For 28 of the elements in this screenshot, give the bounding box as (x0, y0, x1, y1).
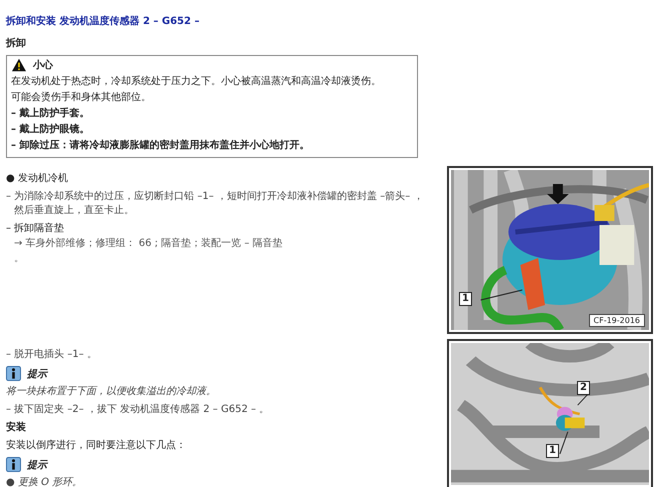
caution-text: – 卸除过压：请将冷却液膨胀罐的密封盖用抹布盖住并小心地打开。 (11, 138, 310, 153)
info-icon (6, 366, 21, 381)
body-text: 安装以倒序进行，同时要注意以下几点： (6, 439, 187, 453)
callout-label: 1 (459, 292, 472, 306)
step-text: – 拆卸隔音垫 (6, 222, 66, 236)
page-title: 拆卸和安装 发动机温度传感器 2 – G652 – (6, 14, 200, 28)
note-text: 将一块抹布置于下面，以便收集溢出的冷却液。 (6, 385, 217, 399)
section-heading: 安装 (6, 421, 27, 435)
reference-text: → 车身外部维修；修理组： 66 ; 隔音垫；装配一览 – 隔音垫 (13, 237, 284, 251)
reference-text: 。 (13, 252, 25, 266)
section-heading: 拆卸 (6, 36, 27, 50)
figure-code: CF-19-2016 (588, 314, 645, 327)
hint-title: 提示 (27, 368, 47, 380)
callout-label: 2 (577, 381, 590, 395)
step-text: – 为消除冷却系统中的过压，应切断封口铅 –1– ，短时间打开冷却液补偿罐的密封盖 –箭头– ，然后垂直旋上，直至卡止。 (6, 190, 424, 218)
warning-icon (11, 58, 27, 72)
note-text: ● 更换 O 形环。 (6, 476, 84, 487)
step-text: – 拔下固定夹 –2– ，拔下 发动机温度传感器 2 – G652 – 。 (6, 403, 270, 417)
caution-text: – 戴上防护眼镜。 (11, 122, 90, 137)
caution-text: 可能会烫伤手和身体其他部位。 (11, 90, 152, 105)
info-icon (6, 457, 21, 472)
caution-title: 小心 (33, 58, 53, 72)
condition-text: ● 发动机冷机 (6, 172, 69, 186)
caution-text: 在发动机处于热态时，冷却系统处于压力之下。小心被高温蒸汽和高温冷却液烫伤。 (11, 74, 382, 89)
step-text: – 脱开电插头 –1– 。 (6, 348, 98, 362)
hint-title: 提示 (27, 458, 47, 472)
callout-label: 1 (546, 444, 559, 458)
caution-text: – 戴上防护手套。 (11, 106, 90, 121)
